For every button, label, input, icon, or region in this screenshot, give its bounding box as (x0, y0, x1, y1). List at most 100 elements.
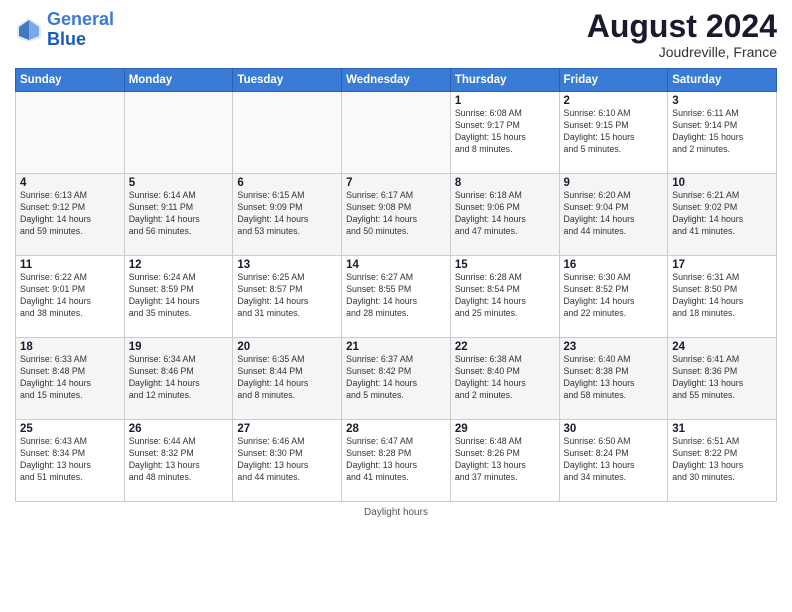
calendar-day-header: Saturday (668, 69, 777, 92)
day-info: Sunrise: 6:08 AM Sunset: 9:17 PM Dayligh… (455, 108, 555, 156)
day-number: 14 (346, 259, 446, 271)
calendar-week-row: 4Sunrise: 6:13 AM Sunset: 9:12 PM Daylig… (16, 174, 777, 256)
day-number: 4 (20, 177, 120, 189)
day-number: 9 (564, 177, 664, 189)
calendar-cell: 2Sunrise: 6:10 AM Sunset: 9:15 PM Daylig… (559, 92, 668, 174)
calendar-week-row: 25Sunrise: 6:43 AM Sunset: 8:34 PM Dayli… (16, 420, 777, 502)
calendar-cell: 16Sunrise: 6:30 AM Sunset: 8:52 PM Dayli… (559, 256, 668, 338)
day-number: 17 (672, 259, 772, 271)
title-block: August 2024 Joudreville, France (587, 10, 777, 60)
day-info: Sunrise: 6:20 AM Sunset: 9:04 PM Dayligh… (564, 190, 664, 238)
logo-icon (15, 16, 43, 44)
day-info: Sunrise: 6:46 AM Sunset: 8:30 PM Dayligh… (237, 436, 337, 484)
calendar-cell: 28Sunrise: 6:47 AM Sunset: 8:28 PM Dayli… (342, 420, 451, 502)
day-info: Sunrise: 6:18 AM Sunset: 9:06 PM Dayligh… (455, 190, 555, 238)
calendar-table: SundayMondayTuesdayWednesdayThursdayFrid… (15, 68, 777, 502)
calendar-day-header: Wednesday (342, 69, 451, 92)
calendar-cell (16, 92, 125, 174)
calendar-cell: 10Sunrise: 6:21 AM Sunset: 9:02 PM Dayli… (668, 174, 777, 256)
calendar-cell (124, 92, 233, 174)
calendar-week-row: 11Sunrise: 6:22 AM Sunset: 9:01 PM Dayli… (16, 256, 777, 338)
calendar-cell: 3Sunrise: 6:11 AM Sunset: 9:14 PM Daylig… (668, 92, 777, 174)
day-info: Sunrise: 6:17 AM Sunset: 9:08 PM Dayligh… (346, 190, 446, 238)
day-number: 30 (564, 423, 664, 435)
day-info: Sunrise: 6:50 AM Sunset: 8:24 PM Dayligh… (564, 436, 664, 484)
calendar-cell: 5Sunrise: 6:14 AM Sunset: 9:11 PM Daylig… (124, 174, 233, 256)
calendar-day-header: Sunday (16, 69, 125, 92)
day-info: Sunrise: 6:24 AM Sunset: 8:59 PM Dayligh… (129, 272, 229, 320)
logo: General Blue (15, 10, 114, 50)
calendar-cell: 1Sunrise: 6:08 AM Sunset: 9:17 PM Daylig… (450, 92, 559, 174)
calendar-cell (342, 92, 451, 174)
day-info: Sunrise: 6:21 AM Sunset: 9:02 PM Dayligh… (672, 190, 772, 238)
day-number: 22 (455, 341, 555, 353)
day-info: Sunrise: 6:13 AM Sunset: 9:12 PM Dayligh… (20, 190, 120, 238)
calendar-cell: 27Sunrise: 6:46 AM Sunset: 8:30 PM Dayli… (233, 420, 342, 502)
calendar-cell: 13Sunrise: 6:25 AM Sunset: 8:57 PM Dayli… (233, 256, 342, 338)
day-info: Sunrise: 6:14 AM Sunset: 9:11 PM Dayligh… (129, 190, 229, 238)
day-number: 11 (20, 259, 120, 271)
day-number: 26 (129, 423, 229, 435)
calendar-week-row: 1Sunrise: 6:08 AM Sunset: 9:17 PM Daylig… (16, 92, 777, 174)
day-info: Sunrise: 6:33 AM Sunset: 8:48 PM Dayligh… (20, 354, 120, 402)
calendar-cell: 31Sunrise: 6:51 AM Sunset: 8:22 PM Dayli… (668, 420, 777, 502)
day-number: 18 (20, 341, 120, 353)
day-info: Sunrise: 6:27 AM Sunset: 8:55 PM Dayligh… (346, 272, 446, 320)
day-number: 16 (564, 259, 664, 271)
calendar-body: 1Sunrise: 6:08 AM Sunset: 9:17 PM Daylig… (16, 92, 777, 502)
day-number: 21 (346, 341, 446, 353)
calendar-cell: 21Sunrise: 6:37 AM Sunset: 8:42 PM Dayli… (342, 338, 451, 420)
calendar-cell: 29Sunrise: 6:48 AM Sunset: 8:26 PM Dayli… (450, 420, 559, 502)
calendar-day-header: Thursday (450, 69, 559, 92)
day-number: 5 (129, 177, 229, 189)
calendar-cell: 12Sunrise: 6:24 AM Sunset: 8:59 PM Dayli… (124, 256, 233, 338)
day-number: 7 (346, 177, 446, 189)
day-number: 24 (672, 341, 772, 353)
day-info: Sunrise: 6:25 AM Sunset: 8:57 PM Dayligh… (237, 272, 337, 320)
location-title: Joudreville, France (587, 44, 777, 60)
day-info: Sunrise: 6:28 AM Sunset: 8:54 PM Dayligh… (455, 272, 555, 320)
header: General Blue August 2024 Joudreville, Fr… (15, 10, 777, 60)
day-number: 12 (129, 259, 229, 271)
day-info: Sunrise: 6:31 AM Sunset: 8:50 PM Dayligh… (672, 272, 772, 320)
calendar-header-row: SundayMondayTuesdayWednesdayThursdayFrid… (16, 69, 777, 92)
calendar-cell: 20Sunrise: 6:35 AM Sunset: 8:44 PM Dayli… (233, 338, 342, 420)
page: General Blue August 2024 Joudreville, Fr… (0, 0, 792, 612)
calendar-cell: 25Sunrise: 6:43 AM Sunset: 8:34 PM Dayli… (16, 420, 125, 502)
calendar-day-header: Friday (559, 69, 668, 92)
day-info: Sunrise: 6:22 AM Sunset: 9:01 PM Dayligh… (20, 272, 120, 320)
day-number: 25 (20, 423, 120, 435)
day-number: 2 (564, 95, 664, 107)
calendar-cell: 15Sunrise: 6:28 AM Sunset: 8:54 PM Dayli… (450, 256, 559, 338)
calendar-cell: 26Sunrise: 6:44 AM Sunset: 8:32 PM Dayli… (124, 420, 233, 502)
calendar-day-header: Monday (124, 69, 233, 92)
day-number: 27 (237, 423, 337, 435)
day-info: Sunrise: 6:44 AM Sunset: 8:32 PM Dayligh… (129, 436, 229, 484)
day-number: 15 (455, 259, 555, 271)
calendar-cell: 4Sunrise: 6:13 AM Sunset: 9:12 PM Daylig… (16, 174, 125, 256)
calendar-cell: 22Sunrise: 6:38 AM Sunset: 8:40 PM Dayli… (450, 338, 559, 420)
day-info: Sunrise: 6:15 AM Sunset: 9:09 PM Dayligh… (237, 190, 337, 238)
day-number: 31 (672, 423, 772, 435)
calendar-cell: 30Sunrise: 6:50 AM Sunset: 8:24 PM Dayli… (559, 420, 668, 502)
day-info: Sunrise: 6:37 AM Sunset: 8:42 PM Dayligh… (346, 354, 446, 402)
day-number: 20 (237, 341, 337, 353)
calendar-cell (233, 92, 342, 174)
day-info: Sunrise: 6:43 AM Sunset: 8:34 PM Dayligh… (20, 436, 120, 484)
day-number: 3 (672, 95, 772, 107)
calendar-cell: 6Sunrise: 6:15 AM Sunset: 9:09 PM Daylig… (233, 174, 342, 256)
day-info: Sunrise: 6:34 AM Sunset: 8:46 PM Dayligh… (129, 354, 229, 402)
calendar-cell: 9Sunrise: 6:20 AM Sunset: 9:04 PM Daylig… (559, 174, 668, 256)
day-info: Sunrise: 6:51 AM Sunset: 8:22 PM Dayligh… (672, 436, 772, 484)
day-info: Sunrise: 6:38 AM Sunset: 8:40 PM Dayligh… (455, 354, 555, 402)
calendar-cell: 17Sunrise: 6:31 AM Sunset: 8:50 PM Dayli… (668, 256, 777, 338)
daylight-label: Daylight hours (364, 507, 428, 518)
day-info: Sunrise: 6:35 AM Sunset: 8:44 PM Dayligh… (237, 354, 337, 402)
day-number: 29 (455, 423, 555, 435)
footer: Daylight hours (15, 507, 777, 518)
calendar-day-header: Tuesday (233, 69, 342, 92)
calendar-cell: 8Sunrise: 6:18 AM Sunset: 9:06 PM Daylig… (450, 174, 559, 256)
day-info: Sunrise: 6:48 AM Sunset: 8:26 PM Dayligh… (455, 436, 555, 484)
logo-text: General Blue (47, 10, 114, 50)
day-info: Sunrise: 6:11 AM Sunset: 9:14 PM Dayligh… (672, 108, 772, 156)
